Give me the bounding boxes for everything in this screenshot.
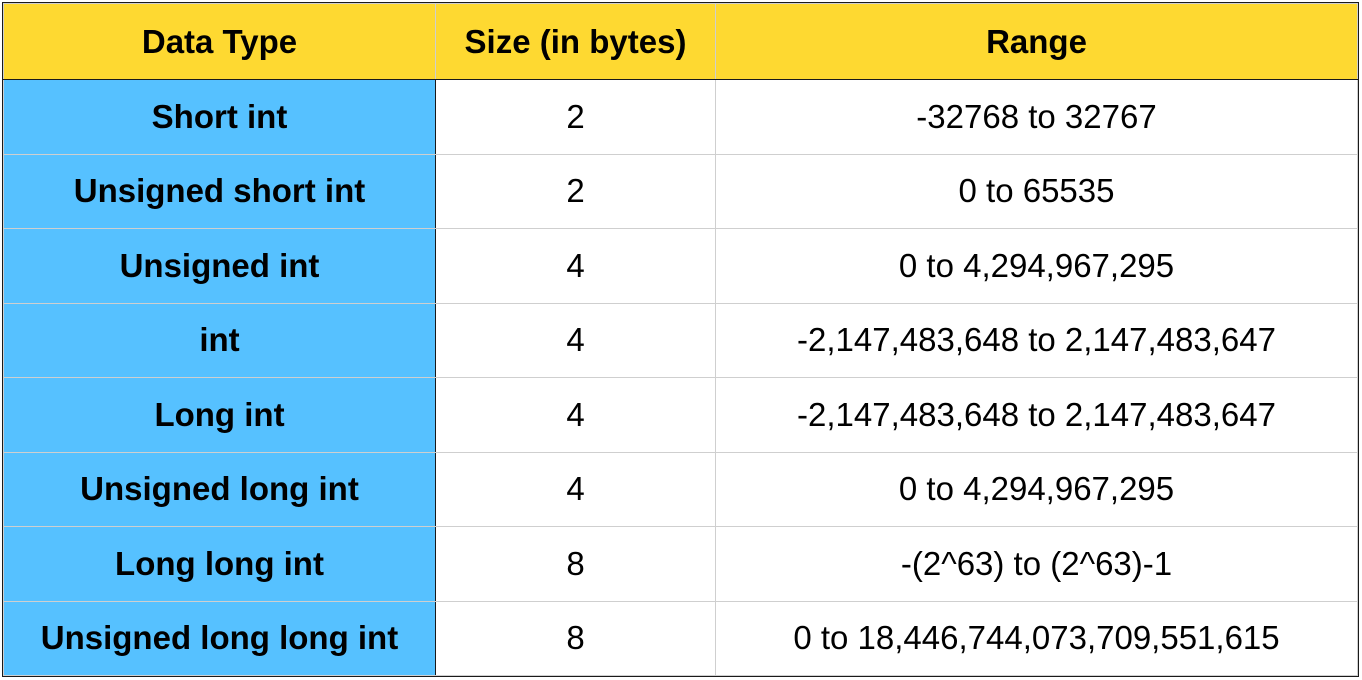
size-cell: 4 [435,451,716,527]
table-row: Unsigned long long int 8 0 to 18,446,744… [3,600,1358,676]
range-cell: -32768 to 32767 [715,79,1358,155]
range-cell: -2,147,483,648 to 2,147,483,647 [715,377,1358,453]
data-type-cell: Long long int [3,526,436,602]
size-cell: 4 [435,302,716,378]
table-row: Long int 4 -2,147,483,648 to 2,147,483,6… [3,377,1358,453]
table-row: Long long int 8 -(2^63) to (2^63)-1 [3,526,1358,602]
data-type-table: Data Type Size (in bytes) Range Short in… [3,3,1358,676]
data-type-cell: Unsigned int [3,228,436,304]
size-cell: 2 [435,153,716,229]
data-type-table-frame: Data Type Size (in bytes) Range Short in… [2,2,1359,677]
size-cell: 8 [435,526,716,602]
size-cell: 4 [435,377,716,453]
header-range: Range [715,3,1358,80]
table-row: Unsigned int 4 0 to 4,294,967,295 [3,228,1358,304]
data-type-cell: Unsigned long long int [3,600,436,676]
data-type-cell: Unsigned long int [3,451,436,527]
table-row: Unsigned long int 4 0 to 4,294,967,295 [3,451,1358,527]
range-cell: 0 to 65535 [715,153,1358,229]
table-row: int 4 -2,147,483,648 to 2,147,483,647 [3,302,1358,378]
table-row: Short int 2 -32768 to 32767 [3,79,1358,155]
range-cell: -2,147,483,648 to 2,147,483,647 [715,302,1358,378]
header-row: Data Type Size (in bytes) Range [3,3,1358,80]
header-size: Size (in bytes) [435,3,716,80]
data-type-cell: Short int [3,79,436,155]
data-type-cell: int [3,302,436,378]
range-cell: 0 to 4,294,967,295 [715,451,1358,527]
range-cell: -(2^63) to (2^63)-1 [715,526,1358,602]
size-cell: 2 [435,79,716,155]
range-cell: 0 to 18,446,744,073,709,551,615 [715,600,1358,676]
size-cell: 8 [435,600,716,676]
size-cell: 4 [435,228,716,304]
range-cell: 0 to 4,294,967,295 [715,228,1358,304]
table-row: Unsigned short int 2 0 to 65535 [3,153,1358,229]
header-data-type: Data Type [3,3,436,80]
data-type-cell: Long int [3,377,436,453]
data-type-cell: Unsigned short int [3,153,436,229]
